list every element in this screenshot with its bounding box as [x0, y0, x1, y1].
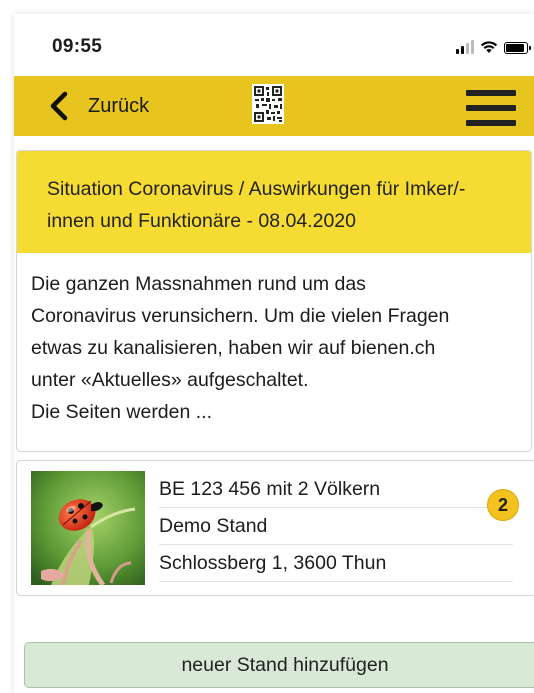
stand-details: BE 123 456 mit 2 Völkern Demo Stand Schl… — [159, 471, 519, 582]
news-body: Die ganzen Massnahmen rund um das Corona… — [17, 253, 531, 428]
battery-icon — [504, 42, 531, 54]
status-icons — [456, 38, 531, 54]
hamburger-menu-icon[interactable] — [466, 90, 516, 126]
add-stand-button[interactable]: neuer Stand hinzufügen — [24, 642, 534, 688]
status-time: 09:55 — [52, 36, 103, 57]
chevron-left-icon — [50, 91, 68, 121]
stand-name: Demo Stand — [159, 508, 513, 545]
status-bar: 09:55 — [14, 14, 534, 76]
news-body-line: unter «Aktuelles» aufgeschaltet. — [31, 369, 309, 391]
signal-icon — [456, 40, 474, 54]
notification-badge: 2 — [487, 489, 519, 521]
stand-list-item[interactable]: BE 123 456 mit 2 Völkern Demo Stand Schl… — [16, 460, 534, 596]
qr-code-icon[interactable] — [252, 84, 284, 124]
nav-bar: Zurück — [14, 76, 534, 136]
news-title: Situation Coronavirus / Auswirkungen für… — [17, 151, 531, 253]
news-body-line: Die ganzen Massnahmen rund um das — [31, 273, 366, 295]
news-card[interactable]: Situation Coronavirus / Auswirkungen für… — [16, 150, 532, 452]
news-body-line: etwas zu kanalisieren, haben wir auf bie… — [31, 337, 436, 359]
back-button[interactable]: Zurück — [48, 90, 149, 122]
stand-address: Schlossberg 1, 3600 Thun — [159, 545, 513, 582]
stand-hive-count: BE 123 456 mit 2 Völkern — [159, 471, 513, 508]
news-body-line: Coronavirus verunsichern. Um die vielen … — [31, 305, 450, 327]
app-screen: 09:55 Zurück Situation Coronavirus / Aus… — [14, 14, 534, 693]
news-body-line: Die Seiten werden ... — [31, 401, 213, 423]
back-label: Zurück — [88, 94, 150, 117]
ladybug-photo — [31, 471, 145, 585]
wifi-icon — [480, 41, 498, 53]
